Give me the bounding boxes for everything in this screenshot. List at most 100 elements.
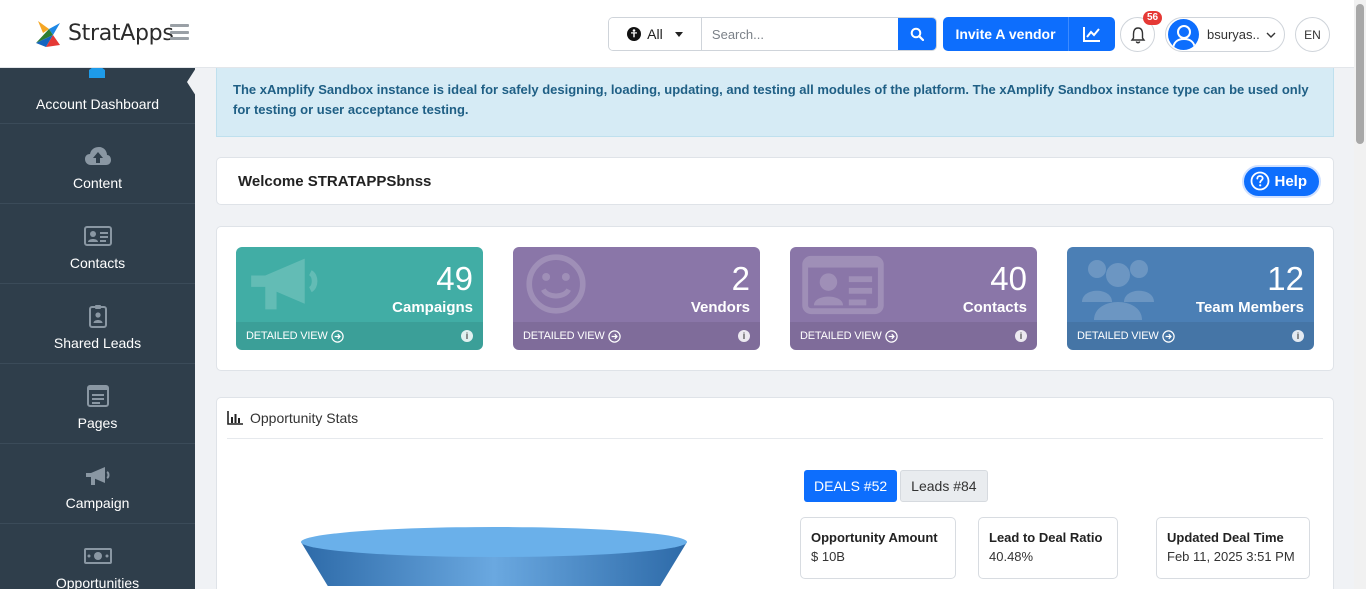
- avatar: [1168, 19, 1199, 50]
- user-menu[interactable]: bsuryas..: [1165, 17, 1285, 52]
- panel-title: Opportunity Stats: [250, 410, 359, 426]
- detailed-view-link[interactable]: DETAILED VIEW: [246, 329, 344, 343]
- badge-icon: [88, 304, 107, 328]
- summary-cards: 49 Campaigns DETAILED VIEW i 2 Vendors D…: [216, 226, 1334, 371]
- arrow-circle-icon: [1161, 329, 1175, 343]
- scrollbar-thumb[interactable]: [1356, 4, 1364, 144]
- global-search: All: [608, 17, 937, 51]
- sidebar-item-contacts[interactable]: Contacts: [0, 204, 195, 284]
- card-label: Contacts: [962, 299, 1027, 316]
- sidebar-item-shared-leads[interactable]: Shared Leads: [0, 284, 195, 364]
- user-name: bsuryas..: [1207, 27, 1260, 42]
- card-value: 2: [731, 260, 750, 297]
- sidebar-item-label: Pages: [77, 415, 118, 431]
- metric-label: Updated Deal Time: [1167, 530, 1284, 545]
- sidebar-item-opportunities[interactable]: Opportunities: [0, 524, 195, 589]
- money-icon: [83, 544, 112, 568]
- question-circle-icon: [1251, 171, 1270, 191]
- megaphone-icon: [251, 258, 318, 310]
- detailed-view-link[interactable]: DETAILED VIEW: [523, 329, 621, 343]
- welcome-text: Welcome STRATAPPSbnss: [238, 172, 432, 190]
- info-icon[interactable]: i: [1015, 330, 1027, 342]
- bell-icon: [1130, 26, 1145, 43]
- arrow-circle-icon: [330, 329, 344, 343]
- megaphone-icon: [85, 464, 111, 488]
- search-button[interactable]: [897, 18, 936, 50]
- deals-funnel-graphic: [301, 527, 687, 586]
- search-scope-label: All: [647, 26, 663, 42]
- app-logo[interactable]: StratApps: [34, 17, 174, 49]
- campaigns-card[interactable]: 49 Campaigns DETAILED VIEW i: [236, 247, 483, 350]
- cloud-upload-icon: [84, 144, 112, 168]
- line-chart-icon: [1083, 27, 1100, 42]
- help-button[interactable]: Help: [1242, 164, 1321, 198]
- opportunity-amount-card: Opportunity Amount $ 10B: [800, 517, 956, 579]
- sidebar-item-campaign[interactable]: Campaign: [0, 444, 195, 524]
- metric-value: $ 10B: [811, 549, 845, 564]
- arrow-circle-icon: [607, 329, 621, 343]
- search-icon: [910, 27, 924, 41]
- active-item-pointer: [187, 68, 196, 96]
- sidebar-item-label: Account Dashboard: [36, 96, 159, 112]
- analytics-button[interactable]: [1069, 17, 1115, 51]
- sidebar-item-label: Contacts: [69, 255, 126, 271]
- help-label: Help: [1274, 172, 1307, 190]
- contact-card-icon: [802, 255, 884, 315]
- info-icon[interactable]: i: [461, 330, 473, 342]
- tab-deals[interactable]: DEALS #52: [804, 470, 898, 502]
- sidebar-item-label: Campaign: [65, 495, 130, 511]
- lead-to-deal-ratio-card: Lead to Deal Ratio 40.48%: [978, 517, 1118, 579]
- chevron-down-icon: [1266, 32, 1276, 38]
- bar-chart-icon: [227, 411, 243, 425]
- sidebar-nav: Account Dashboard Content Contacts Share…: [0, 68, 196, 589]
- main-content: The xAmplify Sandbox instance is ideal f…: [216, 68, 1334, 589]
- menu-toggle-button[interactable]: [170, 24, 189, 40]
- updated-deal-time-card: Updated Deal Time Feb 11, 2025 3:51 PM: [1156, 517, 1310, 579]
- info-icon[interactable]: i: [1292, 330, 1304, 342]
- detailed-view-link[interactable]: DETAILED VIEW: [1077, 329, 1175, 343]
- hamburger-icon: [170, 24, 189, 27]
- page-icon: [86, 384, 109, 408]
- card-label: Campaigns: [392, 299, 473, 316]
- arrow-circle-icon: [884, 329, 898, 343]
- sidebar-item-label: Opportunities: [55, 575, 140, 589]
- sandbox-alert: The xAmplify Sandbox instance is ideal f…: [216, 68, 1334, 137]
- search-scope-select[interactable]: All: [609, 18, 702, 50]
- welcome-bar: Welcome STRATAPPSbnss Help: [216, 157, 1334, 205]
- logo-text: StratApps: [68, 20, 174, 46]
- search-input[interactable]: [701, 18, 898, 50]
- sidebar-item-pages[interactable]: Pages: [0, 364, 195, 444]
- invite-vendor-button[interactable]: Invite A vendor: [943, 17, 1069, 51]
- sidebar-item-label: Content: [72, 175, 123, 191]
- vendors-card[interactable]: 2 Vendors DETAILED VIEW i: [513, 247, 760, 350]
- user-icon: [1171, 25, 1196, 50]
- card-label: Team Members: [1195, 299, 1304, 316]
- stats-tabs: DEALS #52 Leads #84: [804, 470, 988, 502]
- card-value: 40: [990, 260, 1027, 297]
- opportunity-stats-panel: Opportunity Stats DEALS #52 Leads #84 Op…: [216, 397, 1334, 589]
- sidebar-item-content[interactable]: Content: [0, 124, 195, 204]
- metric-value: Feb 11, 2025 3:51 PM: [1167, 549, 1295, 564]
- team-members-card[interactable]: 12 Team Members DETAILED VIEW i: [1067, 247, 1314, 350]
- page-scrollbar[interactable]: [1354, 0, 1366, 589]
- scope-icon: [627, 27, 642, 41]
- metric-label: Opportunity Amount: [811, 530, 938, 545]
- invite-vendor-group: Invite A vendor: [943, 17, 1115, 51]
- card-label: Vendors: [690, 299, 750, 316]
- card-value: 12: [1267, 260, 1304, 297]
- language-selector[interactable]: EN: [1295, 17, 1330, 52]
- contacts-card[interactable]: 40 Contacts DETAILED VIEW i: [790, 247, 1037, 350]
- notification-count-badge: 56: [1143, 11, 1163, 25]
- sidebar-item-label: Shared Leads: [53, 335, 142, 351]
- info-icon[interactable]: i: [738, 330, 750, 342]
- smiley-icon: [526, 254, 586, 314]
- tab-leads[interactable]: Leads #84: [900, 470, 988, 502]
- detailed-view-link[interactable]: DETAILED VIEW: [800, 329, 898, 343]
- top-header: StratApps All Invite A vendor 56 bsuryas…: [0, 0, 1354, 68]
- metric-label: Lead to Deal Ratio: [989, 530, 1103, 545]
- contact-card-icon: [83, 224, 112, 248]
- card-value: 49: [436, 260, 473, 297]
- chevron-down-icon: [674, 31, 683, 37]
- users-icon: [1082, 260, 1154, 320]
- metric-value: 40.48%: [989, 549, 1034, 564]
